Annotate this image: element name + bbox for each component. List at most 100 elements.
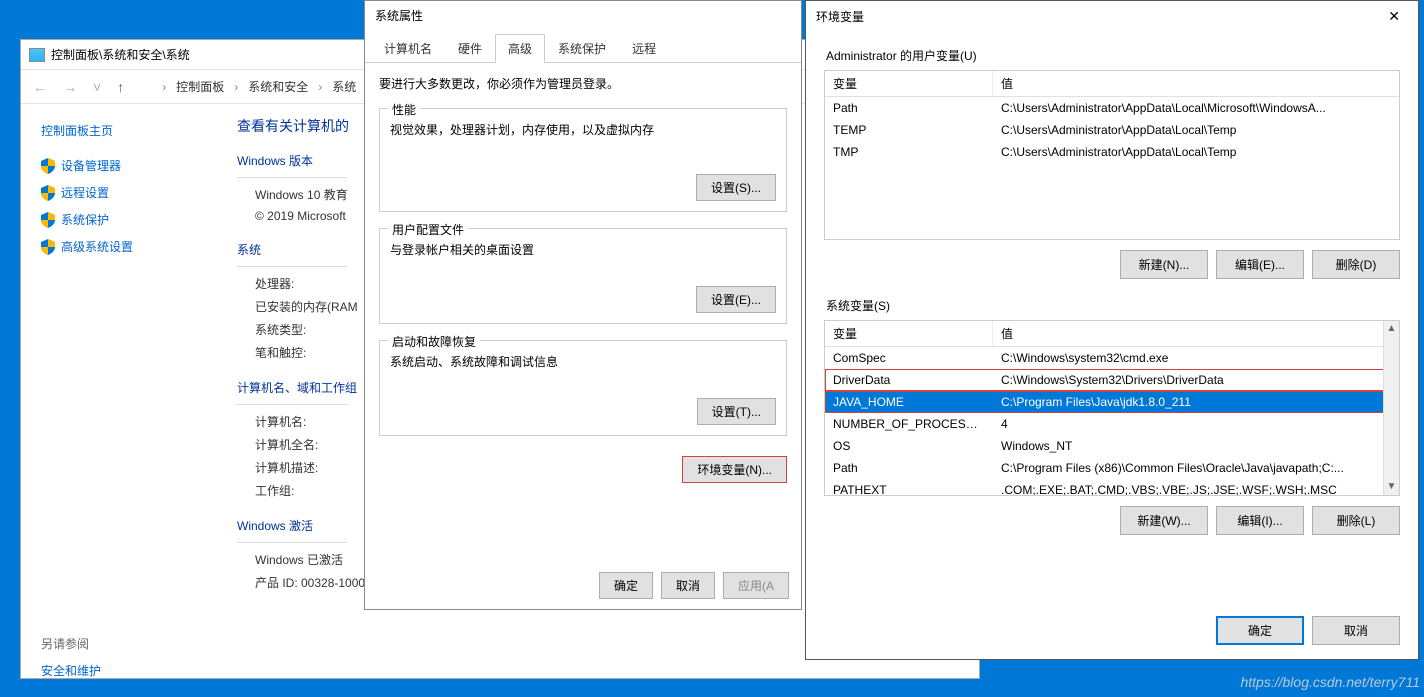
col-variable[interactable]: 变量 (825, 321, 993, 346)
table-row[interactable]: PathC:\Program Files (x86)\Common Files\… (825, 457, 1399, 479)
up-button[interactable]: ↑ (113, 77, 128, 97)
perf-desc: 视觉效果，处理器计划，内存使用，以及虚拟内存 (390, 121, 776, 138)
ev-titlebar: 环境变量 ✕ (806, 1, 1418, 31)
scroll-down-icon[interactable]: ▼ (1384, 479, 1399, 495)
table-row[interactable]: TMPC:\Users\Administrator\AppData\Local\… (825, 141, 1399, 163)
breadcrumb-mid[interactable]: 系统和安全 (248, 78, 308, 95)
perf-legend: 性能 (388, 101, 420, 118)
breadcrumb-sep: › (162, 80, 166, 94)
close-button[interactable]: ✕ (1380, 6, 1408, 27)
apply-button[interactable]: 应用(A (723, 572, 789, 599)
shield-icon (41, 239, 55, 255)
sidebar-link-device-manager[interactable]: 设备管理器 (41, 157, 201, 174)
table-row[interactable]: OSWindows_NT (825, 435, 1399, 457)
var-name: DriverData (825, 371, 993, 389)
user-vars-table[interactable]: 变量 值 PathC:\Users\Administrator\AppData\… (824, 70, 1400, 240)
new-button[interactable]: 新建(N)... (1120, 250, 1208, 279)
sys-vars-label: 系统变量(S) (826, 297, 1400, 314)
var-name: Path (825, 99, 993, 117)
sys-vars-buttons: 新建(W)... 编辑(I)... 删除(L) (824, 506, 1400, 535)
ok-button[interactable]: 确定 (1216, 616, 1304, 645)
back-button[interactable]: ← (29, 77, 51, 97)
tab-advanced[interactable]: 高级 (495, 34, 545, 63)
group-startup: 启动和故障恢复 系统启动、系统故障和调试信息 设置(T)... (379, 340, 787, 436)
var-name: JAVA_HOME (825, 393, 993, 411)
system-properties-dialog: 系统属性 计算机名 硬件 高级 系统保护 远程 要进行大多数更改，你必须作为管理… (364, 0, 802, 610)
tab-hardware[interactable]: 硬件 (445, 34, 495, 63)
ok-button[interactable]: 确定 (599, 572, 653, 599)
table-row[interactable]: DriverDataC:\Windows\System32\Drivers\Dr… (825, 369, 1399, 391)
cancel-button[interactable]: 取消 (661, 572, 715, 599)
perf-settings-button[interactable]: 设置(S)... (696, 174, 776, 201)
sp-button-row: 确定 取消 应用(A (599, 572, 789, 599)
sidebar-link-protection[interactable]: 系统保护 (41, 211, 201, 228)
startup-settings-button[interactable]: 设置(T)... (697, 398, 776, 425)
var-value: Windows_NT (993, 437, 1399, 455)
env-variables-dialog: 环境变量 ✕ Administrator 的用户变量(U) 变量 值 PathC… (805, 0, 1419, 660)
col-variable[interactable]: 变量 (825, 71, 993, 96)
var-value: .COM;.EXE;.BAT;.CMD;.VBS;.VBE;.JS;.JSE;.… (993, 481, 1399, 495)
sidebar-link-label: 设备管理器 (61, 157, 121, 174)
edit-button[interactable]: 编辑(E)... (1216, 250, 1304, 279)
breadcrumb-sep: › (234, 80, 238, 94)
var-name: NUMBER_OF_PROCESSORS (825, 415, 993, 433)
sidebar-link-remote[interactable]: 远程设置 (41, 184, 201, 201)
see-also-label: 另请参阅 (41, 635, 201, 652)
ev-button-row: 确定 取消 (1216, 616, 1400, 645)
new-button[interactable]: 新建(W)... (1120, 506, 1208, 535)
delete-button[interactable]: 删除(D) (1312, 250, 1400, 279)
edit-button[interactable]: 编辑(I)... (1216, 506, 1304, 535)
history-dropdown[interactable]: ˅ (89, 77, 105, 97)
var-name: Path (825, 459, 993, 477)
profile-settings-button[interactable]: 设置(E)... (696, 286, 776, 313)
var-value: C:\Users\Administrator\AppData\Local\Mic… (993, 99, 1399, 117)
col-value[interactable]: 值 (993, 321, 1399, 346)
group-profile: 用户配置文件 与登录帐户相关的桌面设置 设置(E)... (379, 228, 787, 324)
sidebar-link-label: 远程设置 (61, 184, 109, 201)
var-value: C:\Program Files\Java\jdk1.8.0_211 (993, 393, 1399, 411)
scrollbar[interactable]: ▲ ▼ (1383, 321, 1399, 495)
table-row[interactable]: PathC:\Users\Administrator\AppData\Local… (825, 97, 1399, 119)
monitor-icon (29, 48, 45, 62)
profile-desc: 与登录帐户相关的桌面设置 (390, 241, 776, 258)
admin-note: 要进行大多数更改，你必须作为管理员登录。 (379, 75, 787, 92)
var-name: PATHEXT (825, 481, 993, 495)
scroll-up-icon[interactable]: ▲ (1384, 321, 1399, 337)
shield-icon (41, 185, 55, 201)
tab-remote[interactable]: 远程 (619, 34, 669, 63)
sidebar-link-label: 高级系统设置 (61, 238, 133, 255)
ev-title: 环境变量 (816, 8, 864, 25)
startup-legend: 启动和故障恢复 (388, 333, 480, 350)
col-value[interactable]: 值 (993, 71, 1399, 96)
var-value: C:\Users\Administrator\AppData\Local\Tem… (993, 143, 1399, 161)
sidebar-link-advanced[interactable]: 高级系统设置 (41, 238, 201, 255)
env-variables-button[interactable]: 环境变量(N)... (682, 456, 787, 483)
tab-computer-name[interactable]: 计算机名 (371, 34, 445, 63)
var-value: C:\Windows\System32\Drivers\DriverData (993, 371, 1399, 389)
table-row[interactable]: PATHEXT.COM;.EXE;.BAT;.CMD;.VBS;.VBE;.JS… (825, 479, 1399, 495)
tab-protection[interactable]: 系统保护 (545, 34, 619, 63)
table-row[interactable]: JAVA_HOMEC:\Program Files\Java\jdk1.8.0_… (825, 391, 1399, 413)
table-row[interactable]: TEMPC:\Users\Administrator\AppData\Local… (825, 119, 1399, 141)
sys-vars-table[interactable]: 变量 值 ComSpecC:\Windows\system32\cmd.exeD… (824, 320, 1400, 496)
breadcrumb-leaf[interactable]: 系统 (332, 78, 356, 95)
var-name: ComSpec (825, 349, 993, 367)
cp-title: 控制面板\系统和安全\系统 (51, 46, 190, 63)
table-row[interactable]: ComSpecC:\Windows\system32\cmd.exe (825, 347, 1399, 369)
startup-desc: 系统启动、系统故障和调试信息 (390, 353, 776, 370)
breadcrumb-root[interactable]: 控制面板 (176, 78, 224, 95)
shield-icon (41, 212, 55, 228)
sp-title: 系统属性 (375, 7, 423, 24)
forward-button[interactable]: → (59, 77, 81, 97)
group-performance: 性能 视觉效果，处理器计划，内存使用，以及虚拟内存 设置(S)... (379, 108, 787, 212)
see-also-link[interactable]: 安全和维护 (41, 662, 201, 679)
cancel-button[interactable]: 取消 (1312, 616, 1400, 645)
table-header: 变量 值 (825, 321, 1399, 347)
user-vars-buttons: 新建(N)... 编辑(E)... 删除(D) (824, 250, 1400, 279)
watermark: https://blog.csdn.net/terry711 (1240, 674, 1420, 690)
delete-button[interactable]: 删除(L) (1312, 506, 1400, 535)
var-name: TEMP (825, 121, 993, 139)
var-value: 4 (993, 415, 1399, 433)
cp-home-link[interactable]: 控制面板主页 (41, 122, 201, 139)
table-row[interactable]: NUMBER_OF_PROCESSORS4 (825, 413, 1399, 435)
